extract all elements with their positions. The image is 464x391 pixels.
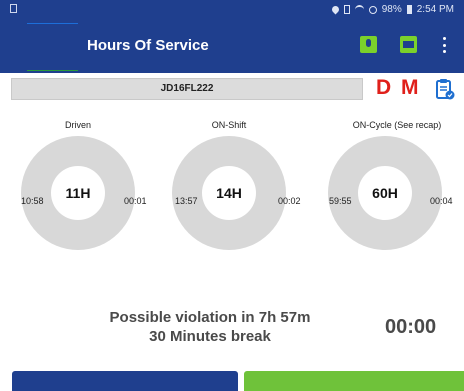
gauge-center-value: 14H (202, 166, 256, 220)
dot (443, 37, 446, 40)
do-not-disturb-icon (368, 5, 377, 14)
gauge-remaining: 13:57 (175, 196, 198, 206)
gauge-remaining: 10:58 (21, 196, 44, 206)
gauge-used: 00:04 (430, 196, 453, 206)
secondary-action-button[interactable] (244, 371, 464, 391)
m-indicator[interactable]: M (401, 76, 421, 99)
gauge-center-value: 11H (51, 166, 105, 220)
gauge-label: Driven (64, 120, 91, 130)
gauge-remaining: 59:55 (329, 196, 352, 206)
gauge-ring: 60H (328, 136, 442, 250)
gauge-ring: 11H (21, 136, 135, 250)
gauge-label: ON-Shift (211, 120, 247, 130)
microphone-button[interactable] (360, 36, 377, 53)
truck-icon (403, 41, 414, 48)
vehicle-id-bar[interactable]: JD16FL222 (11, 78, 363, 100)
dot (443, 50, 446, 53)
bluetooth-icon (343, 5, 350, 14)
primary-action-button[interactable] (12, 371, 238, 391)
gauge-label[interactable]: ON-Cycle (See recap) (332, 120, 462, 130)
gauge-used: 00:02 (278, 196, 301, 206)
clipboard-check-icon[interactable] (435, 78, 455, 100)
battery-icon (406, 5, 412, 14)
break-timer: 00:00 (385, 316, 437, 338)
app-header: Hours Of Service (0, 20, 464, 73)
dot (443, 43, 446, 47)
status-icons: 98% 2:54 PM (330, 4, 454, 15)
status-indicators: D M (376, 76, 421, 100)
gauge-used: 00:01 (124, 196, 147, 206)
location-icon (330, 4, 341, 15)
battery-percent: 98% (381, 4, 402, 15)
overflow-menu-button[interactable] (443, 37, 447, 53)
violation-line-1: Possible violation in 7h 57m (109, 309, 311, 326)
status-time: 2:54 PM (416, 4, 454, 15)
app-logo (27, 23, 78, 71)
d-indicator[interactable]: D (376, 76, 393, 99)
notification-icon (10, 4, 17, 13)
gauge-ring: 14H (172, 136, 286, 250)
page-title: Hours Of Service (87, 37, 209, 54)
gauge-center-value: 60H (358, 166, 412, 220)
status-bar: 98% 2:54 PM (0, 0, 464, 20)
truck-button[interactable] (400, 36, 417, 53)
violation-line-2: 30 Minutes break (149, 328, 271, 345)
wifi-icon (354, 5, 364, 14)
microphone-icon (366, 39, 371, 47)
violation-message: Possible violation in 7h 57m 30 Minutes … (60, 308, 360, 346)
